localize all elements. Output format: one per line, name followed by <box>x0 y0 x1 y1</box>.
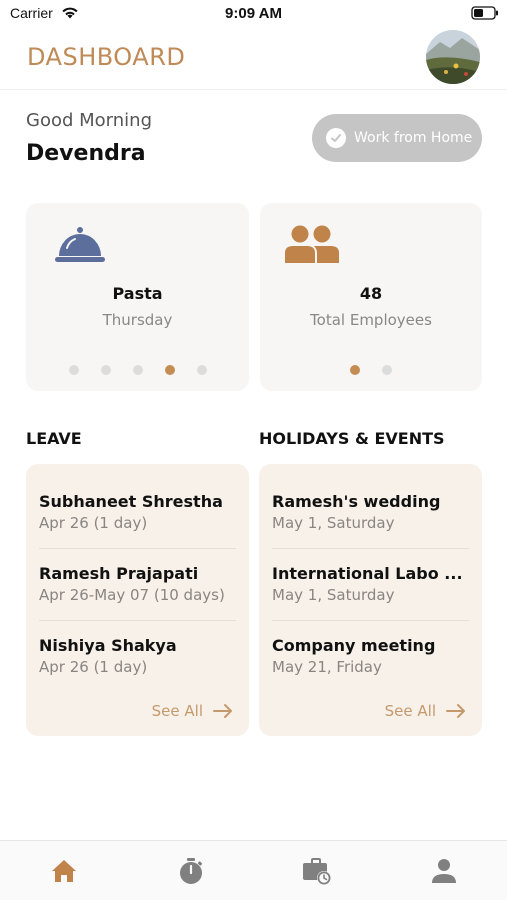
meal-card[interactable]: Pasta Thursday <box>26 203 249 391</box>
timer-icon <box>180 858 203 884</box>
page-dot-active[interactable] <box>350 365 360 375</box>
events-heading: HOLIDAYS & EVENTS <box>259 429 445 448</box>
leave-date: Apr 26-May 07 (10 days) <box>39 586 225 604</box>
page-dot[interactable] <box>196 365 207 375</box>
food-cloche-icon <box>55 227 105 262</box>
home-icon <box>52 860 76 882</box>
event-name: Company meeting <box>272 636 436 655</box>
meal-day: Thursday <box>102 311 173 329</box>
leave-item[interactable]: Subhaneet Shrestha Apr 26 (1 day) <box>39 477 236 549</box>
event-name: Ramesh's wedding <box>272 492 441 511</box>
briefcase-clock-icon <box>303 858 331 885</box>
page-dot[interactable] <box>68 365 79 375</box>
meal-name: Pasta <box>112 284 163 303</box>
people-icon <box>285 225 339 263</box>
events-card: Ramesh's wedding May 1, Saturday Interna… <box>259 464 482 736</box>
page-title: DASHBOARD <box>27 43 186 71</box>
check-circle-icon <box>326 128 346 148</box>
greeting-text: Good Morning <box>26 110 152 131</box>
work-from-home-button[interactable]: Work from Home <box>312 114 482 162</box>
event-date: May 1, Saturday <box>272 586 395 604</box>
leave-date: Apr 26 (1 day) <box>39 658 148 676</box>
leave-see-all-button[interactable]: See All <box>152 702 233 720</box>
events-see-all-button[interactable]: See All <box>385 702 466 720</box>
employee-count: 48 <box>359 284 383 303</box>
tab-profile[interactable] <box>429 856 459 886</box>
leave-employee-name: Ramesh Prajapati <box>39 564 199 583</box>
bottom-tab-bar <box>0 840 507 900</box>
arrow-right-icon <box>213 704 232 718</box>
event-date: May 21, Friday <box>272 658 382 676</box>
page-dot[interactable] <box>100 365 111 375</box>
event-name: International Labo ... <box>272 564 463 583</box>
event-item[interactable]: Company meeting May 21, Friday <box>272 621 469 693</box>
tab-home[interactable] <box>49 856 79 886</box>
event-item[interactable]: International Labo ... May 1, Saturday <box>272 549 469 621</box>
status-bar: Carrier 9:09 AM <box>0 0 507 28</box>
event-date: May 1, Saturday <box>272 514 395 532</box>
tab-attendance[interactable] <box>302 856 332 886</box>
tab-timer[interactable] <box>176 856 206 886</box>
employee-count-label: Total Employees <box>310 311 432 329</box>
page-dot[interactable] <box>382 365 392 375</box>
person-icon <box>432 859 456 883</box>
page-dot[interactable] <box>132 365 143 375</box>
employees-card[interactable]: 48 Total Employees <box>260 203 482 391</box>
status-time: 9:09 AM <box>225 5 282 22</box>
leave-card: Subhaneet Shrestha Apr 26 (1 day) Ramesh… <box>26 464 249 736</box>
leave-employee-name: Nishiya Shakya <box>39 636 177 655</box>
leave-employee-name: Subhaneet Shrestha <box>39 492 223 511</box>
leave-heading: LEAVE <box>26 429 82 448</box>
user-name: Devendra <box>26 141 146 166</box>
arrow-right-icon <box>446 704 465 718</box>
see-all-label: See All <box>384 702 436 720</box>
work-from-home-label: Work from Home <box>354 130 473 146</box>
leave-item[interactable]: Nishiya Shakya Apr 26 (1 day) <box>39 621 236 693</box>
leave-date: Apr 26 (1 day) <box>39 514 148 532</box>
battery-icon <box>471 6 498 20</box>
see-all-label: See All <box>151 702 203 720</box>
profile-avatar[interactable] <box>426 30 480 84</box>
event-item[interactable]: Ramesh's wedding May 1, Saturday <box>272 477 469 549</box>
meal-page-indicator[interactable] <box>26 365 249 375</box>
leave-item[interactable]: Ramesh Prajapati Apr 26-May 07 (10 days) <box>39 549 236 621</box>
page-dot-active[interactable] <box>164 365 175 375</box>
app-header: DASHBOARD <box>0 28 507 90</box>
employees-page-indicator[interactable] <box>260 365 482 375</box>
